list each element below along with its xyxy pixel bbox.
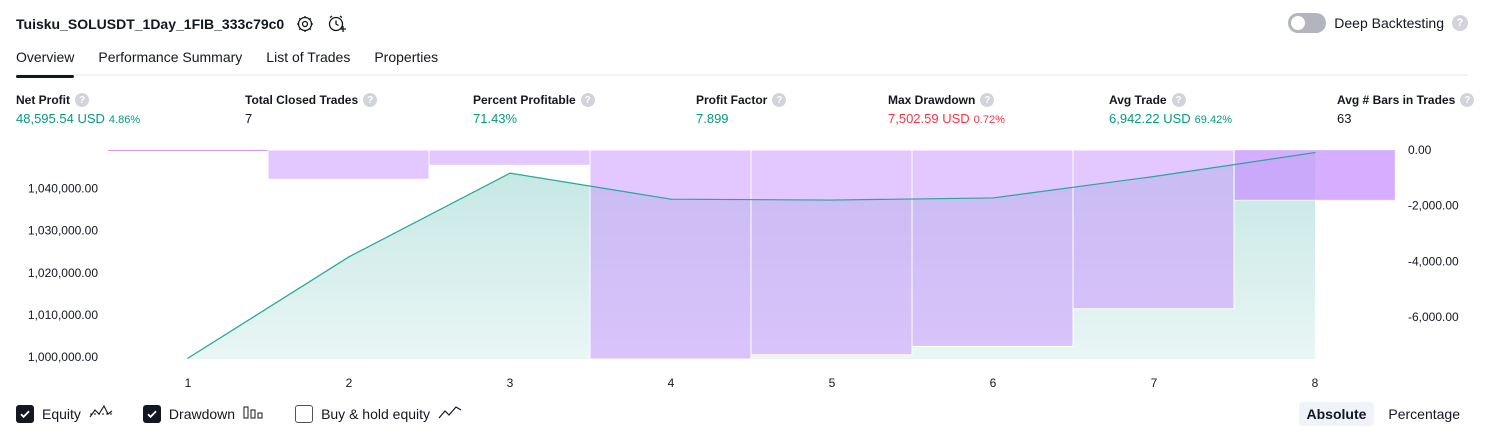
deep-backtesting-control: Deep Backtesting ? <box>1288 13 1468 33</box>
right-axis-tick-label: 0.00 <box>1408 143 1432 157</box>
info-icon[interactable]: ? <box>1460 93 1475 107</box>
metric-label: Max Drawdown <box>888 93 976 107</box>
info-icon[interactable]: ? <box>1171 93 1186 107</box>
buy-hold-legend-icon <box>438 404 462 423</box>
metric-avg-bars-in-trades: Avg # Bars in Trades? 63 <box>1337 93 1475 126</box>
checkbox-unchecked-icon <box>295 404 314 423</box>
info-icon[interactable]: ? <box>75 93 89 107</box>
equity-point <box>1314 151 1316 154</box>
tab-list-of-trades[interactable]: List of Trades <box>266 46 350 76</box>
metric-label: Net Profit <box>16 93 70 107</box>
left-axis-tick-label: 1,010,000.00 <box>28 308 98 322</box>
drawdown-checkbox[interactable]: Drawdown <box>142 404 265 423</box>
x-axis-tick-label: 7 <box>1151 376 1158 390</box>
equity-label: Equity <box>42 405 81 422</box>
strategy-title: Tuisku_SOLUSDT_1Day_1FIB_333c79c0 <box>16 16 285 32</box>
info-icon[interactable]: ? <box>980 93 995 107</box>
x-axis-tick-label: 6 <box>990 376 997 390</box>
tab-properties[interactable]: Properties <box>374 46 438 76</box>
settings-gear-icon[interactable] <box>294 13 316 35</box>
x-axis-tick-label: 1 <box>185 376 192 390</box>
checkbox-checked-icon <box>142 404 161 423</box>
metric-value: 71.43% <box>473 111 518 126</box>
left-axis-tick-label: 1,040,000.00 <box>28 182 98 196</box>
x-axis-tick-label: 2 <box>346 376 353 390</box>
x-axis-tick-label: 4 <box>668 376 675 390</box>
drawdown-bar <box>1235 150 1395 201</box>
metrics-row: Net Profit? 48,595.54 USD 4.86% Total Clo… <box>0 93 1486 133</box>
equity-point <box>992 197 994 199</box>
metric-value: 7,502.59 USD <box>888 111 970 126</box>
x-axis-tick-label: 3 <box>507 376 514 390</box>
metric-avg-trade: Avg Trade? 6,942.22 USD 69.42% <box>1109 93 1232 126</box>
left-axis-tick-label: 1,030,000.00 <box>28 224 98 238</box>
metric-label: Profit Factor <box>696 93 768 107</box>
equity-checkbox[interactable]: Equity <box>16 404 113 423</box>
left-axis-tick-label: 1,000,000.00 <box>28 350 98 364</box>
equity-legend-icon <box>89 404 113 423</box>
equity-point <box>831 199 833 201</box>
buy-hold-equity-checkbox[interactable]: Buy & hold equity <box>295 404 462 423</box>
report-tabs: Overview Performance Summary List of Tra… <box>16 46 1468 78</box>
drawdown-bar <box>911 149 1074 347</box>
metric-percent: 0.72% <box>973 114 1005 126</box>
equity-point <box>348 256 350 258</box>
right-axis-tick-label: -6,000.00 <box>1408 310 1459 324</box>
metric-value: 6,942.22 USD <box>1109 111 1191 126</box>
left-axis-tick-label: 1,020,000.00 <box>28 266 98 280</box>
equity-point <box>1153 175 1155 178</box>
deep-backtesting-label: Deep Backtesting <box>1334 15 1444 31</box>
scale-switch: Absolute Percentage <box>1298 402 1469 426</box>
metric-value: 7.899 <box>696 111 729 126</box>
metric-value: 63 <box>1337 111 1352 126</box>
equity-point <box>509 172 511 174</box>
metric-value: 48,595.54 USD <box>16 111 105 126</box>
equity-point <box>187 357 189 359</box>
metric-label: Percent Profitable <box>473 93 576 107</box>
metric-label: Total Closed Trades <box>245 93 359 107</box>
metric-total-closed-trades: Total Closed Trades? 7 <box>245 93 378 126</box>
drawdown-label: Drawdown <box>168 405 236 422</box>
help-icon[interactable]: ? <box>1452 15 1468 31</box>
metric-profit-factor: Profit Factor? 7.899 <box>696 93 787 126</box>
metric-percent: 69.42% <box>1194 114 1232 126</box>
drawdown-bar <box>428 149 591 166</box>
x-axis-tick-label: 8 <box>1312 376 1319 390</box>
x-axis-tick-label: 5 <box>829 376 836 390</box>
info-icon[interactable]: ? <box>580 93 595 107</box>
checkbox-checked-icon <box>16 404 34 423</box>
metric-percent: 4.86% <box>108 114 141 126</box>
drawdown-bar <box>267 149 430 180</box>
chart-legend: Equity Drawdown Buy & hold equity <box>16 404 462 423</box>
metric-max-drawdown: Max Drawdown? 7,502.59 USD 0.72% <box>888 93 1005 126</box>
absolute-button[interactable]: Absolute <box>1298 402 1375 426</box>
report-header: Tuisku_SOLUSDT_1Day_1FIB_333c79c0 <box>16 12 348 36</box>
drawdown-legend-icon <box>243 404 265 423</box>
metric-label: Avg Trade <box>1109 93 1167 107</box>
percentage-button[interactable]: Percentage <box>1380 402 1468 426</box>
metric-percent-profitable: Percent Profitable? 71.43% <box>473 93 595 126</box>
equity-drawdown-chart[interactable]: 1,000,000.00 1,010,000.00 1,020,000.00 1,03… <box>0 140 1486 395</box>
drawdown-bar <box>1072 149 1235 310</box>
tab-overview[interactable]: Overview <box>16 46 75 78</box>
info-icon[interactable]: ? <box>363 93 378 107</box>
right-axis-tick-label: -2,000.00 <box>1408 199 1459 213</box>
buy-hold-label: Buy & hold equity <box>321 405 431 422</box>
metric-value: 7 <box>245 111 253 126</box>
add-alert-clock-icon[interactable] <box>326 13 348 35</box>
metric-label: Avg # Bars in Trades <box>1337 93 1456 107</box>
metric-net-profit: Net Profit? 48,595.54 USD 4.86% <box>16 93 140 126</box>
info-icon[interactable]: ? <box>772 93 787 107</box>
drawdown-bar <box>589 149 752 360</box>
drawdown-bar <box>750 149 913 356</box>
deep-backtesting-toggle[interactable] <box>1288 13 1327 33</box>
equity-point <box>670 198 672 200</box>
right-axis-tick-label: -4,000.00 <box>1408 254 1459 268</box>
tab-performance-summary[interactable]: Performance Summary <box>98 46 242 76</box>
